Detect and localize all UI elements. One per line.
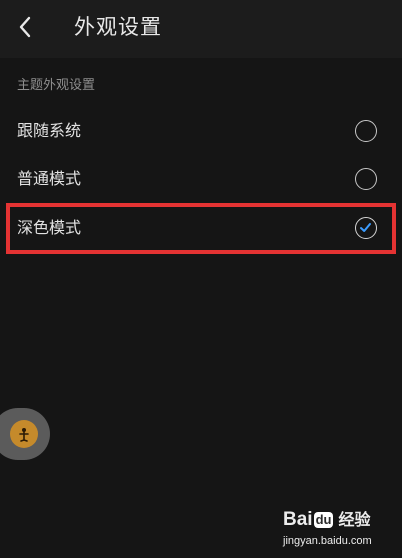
- page-title: 外观设置: [74, 15, 162, 39]
- theme-section-label: 主题外观设置: [17, 78, 96, 93]
- back-button[interactable]: [10, 12, 40, 42]
- highlight-annotation: [6, 203, 396, 254]
- floating-assistant-button[interactable]: [0, 408, 50, 460]
- option-follow-system[interactable]: 跟随系统: [0, 107, 402, 156]
- chevron-left-icon: [19, 16, 31, 38]
- settings-screen: 外观设置 主题外观设置 跟随系统 普通模式 深色模式 Bai du 经验 jingy…: [0, 0, 402, 558]
- option-normal-mode[interactable]: 普通模式: [0, 155, 402, 204]
- radio-unchecked-icon[interactable]: [355, 120, 377, 142]
- top-bar: 外观设置: [0, 0, 402, 58]
- baidu-jingyan-watermark: Bai du 经验 jingyan.baidu.com: [283, 509, 399, 548]
- option-label: 普通模式: [17, 169, 82, 188]
- watermark-url: jingyan.baidu.com: [283, 535, 372, 547]
- watermark-logo: Bai du 经验: [283, 509, 371, 530]
- assistant-icon: [10, 420, 38, 448]
- option-label: 跟随系统: [17, 121, 82, 140]
- radio-unchecked-icon[interactable]: [355, 168, 377, 190]
